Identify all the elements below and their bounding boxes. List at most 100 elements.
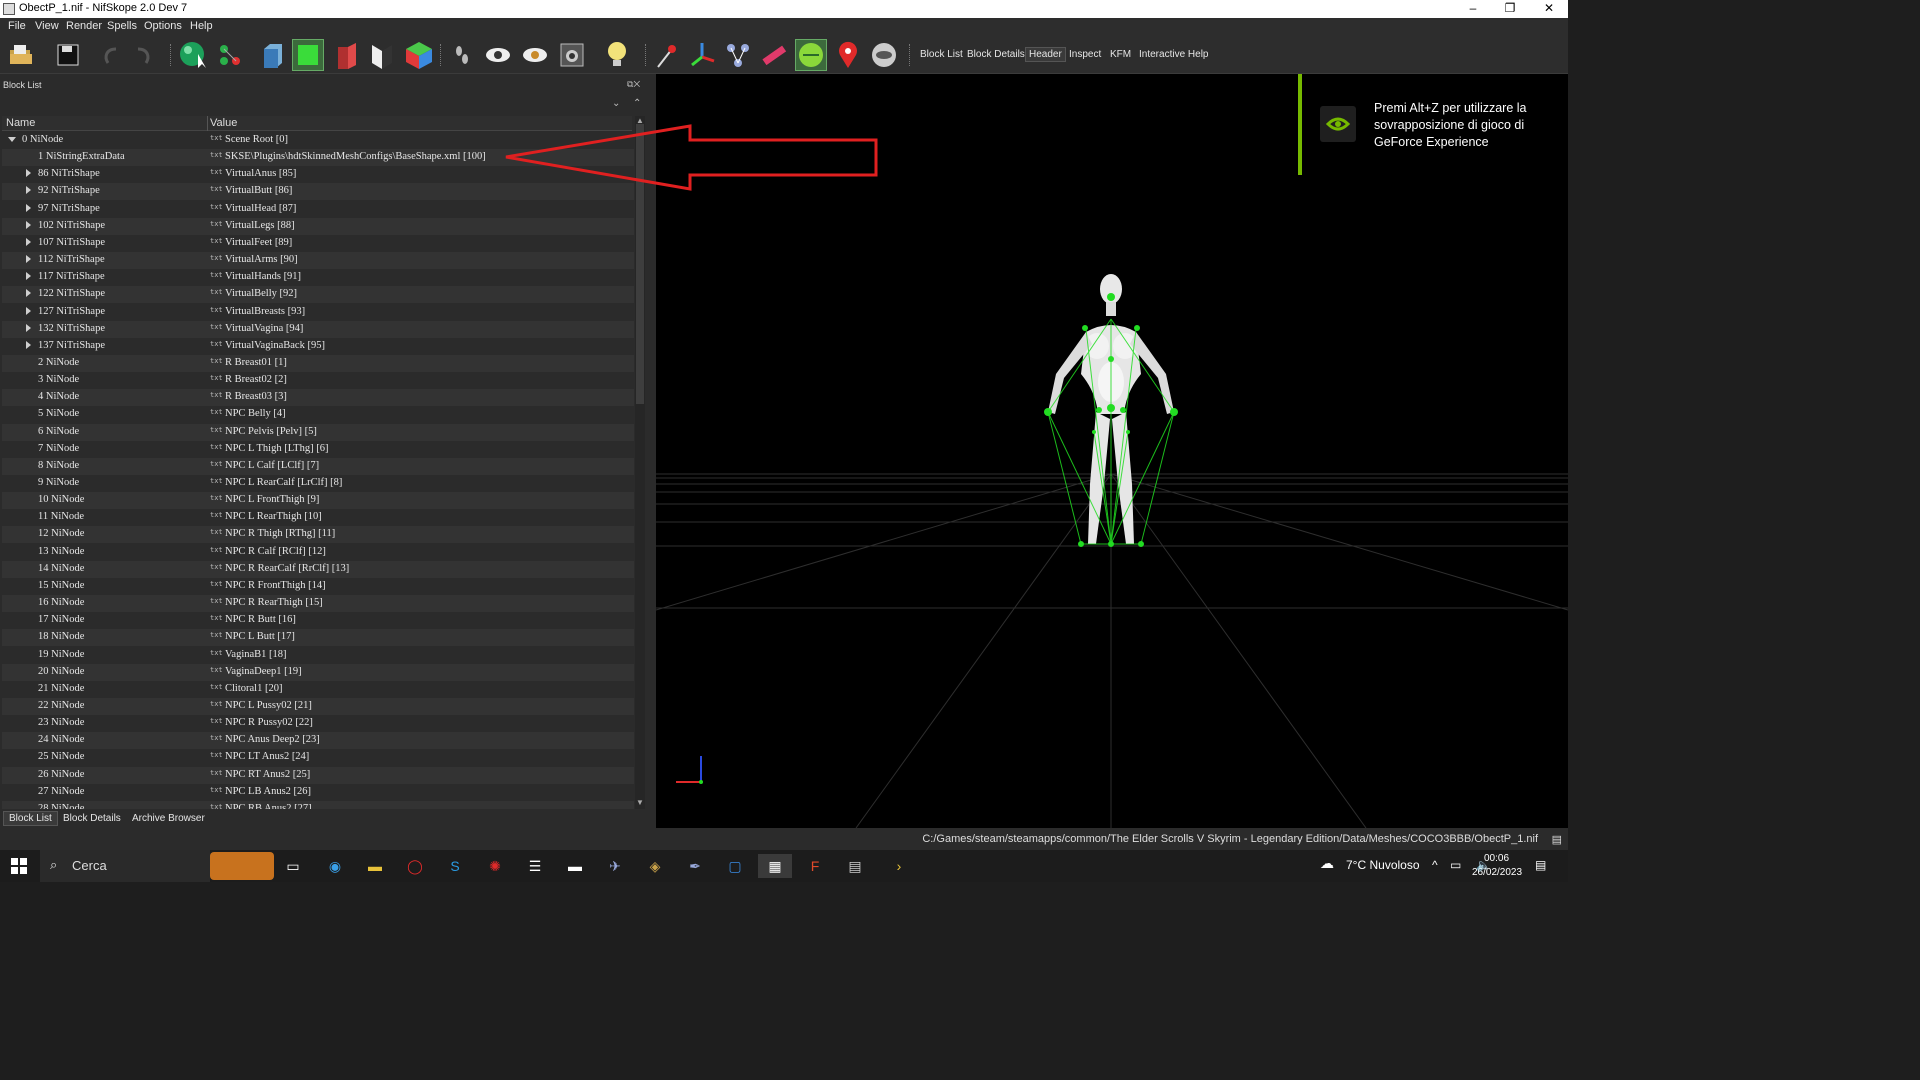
collapsed-arrow-icon[interactable] (26, 203, 31, 212)
block-value[interactable]: NPC L Thigh [LThg] [6] (225, 443, 328, 454)
collapsed-arrow-icon[interactable] (26, 323, 31, 332)
expanded-arrow-icon[interactable] (8, 137, 16, 142)
block-value[interactable]: NPC L FrontThigh [9] (225, 494, 319, 505)
block-value[interactable]: NPC L Calf [LClf] [7] (225, 460, 319, 471)
collapsed-arrow-icon[interactable] (26, 272, 31, 281)
table-row[interactable]: 19 NiNode txt VaginaB1 [18] (2, 647, 634, 664)
table-row[interactable]: 132 NiTriShape txt VirtualVagina [94] (2, 320, 634, 338)
collapse-all-icon[interactable]: ⌄ (612, 98, 620, 109)
table-row[interactable]: 97 NiTriShape txt VirtualHead [87] (2, 201, 634, 218)
table-row[interactable]: 107 NiTriShape txt VirtualFeet [89] (2, 235, 634, 252)
table-row[interactable]: 26 NiNode txt NPC RT Anus2 [25] (2, 766, 634, 784)
edge-icon[interactable]: ◉ (318, 854, 352, 878)
close-button[interactable]: ✕ (1530, 0, 1568, 18)
table-row[interactable]: 11 NiNode txt NPC L RearThigh [10] (2, 509, 634, 526)
block-value[interactable]: VirtualAnus [85] (225, 168, 296, 179)
block-value[interactable]: NPC R FrontThigh [14] (225, 580, 326, 591)
menu-spells[interactable]: Spells (107, 20, 137, 32)
table-row[interactable]: 9 NiNode txt NPC L RearCalf [LrClf] [8] (2, 475, 634, 492)
app-icon-mw[interactable]: ▬ (558, 854, 592, 878)
table-row[interactable]: 28 NiNode txt NPC RB Anus2 [27] (2, 800, 634, 809)
table-row[interactable]: 16 NiNode txt NPC R RearThigh [15] (2, 595, 634, 613)
show-hidden-icon[interactable] (482, 39, 514, 71)
skype-icon[interactable]: S (438, 854, 472, 878)
app-icon-game[interactable]: ◈ (638, 854, 672, 878)
block-value[interactable]: R Breast02 [2] (225, 374, 287, 385)
block-value[interactable]: VaginaDeep1 [19] (225, 666, 302, 677)
view-front-icon[interactable] (256, 39, 288, 71)
block-value[interactable]: VirtualBelly [92] (225, 288, 297, 299)
show-nodes-icon[interactable] (650, 39, 682, 71)
show-hidden-alt-icon[interactable] (519, 39, 551, 71)
table-row[interactable]: 15 NiNode txt NPC R FrontThigh [14] (2, 578, 634, 595)
panel-float-close-icon[interactable]: ⧉✕ (627, 79, 640, 90)
table-row[interactable]: 117 NiTriShape txt VirtualHands [91] (2, 269, 634, 286)
collapsed-arrow-icon[interactable] (26, 255, 31, 264)
tab-block-list[interactable]: Block List (920, 49, 963, 60)
file-explorer-icon[interactable]: ▬ (358, 854, 392, 878)
collapsed-arrow-icon[interactable] (26, 237, 31, 246)
block-value[interactable]: NPC R RearCalf [RrClf] [13] (225, 563, 349, 574)
block-value[interactable]: NPC R Calf [RClf] [12] (225, 546, 326, 557)
table-row[interactable]: 21 NiNode txt Clitoral1 [20] (2, 681, 634, 698)
minimize-button[interactable]: – (1454, 0, 1492, 18)
block-value[interactable]: NPC R Pussy02 [22] (225, 717, 313, 728)
show-constraints-icon[interactable] (722, 39, 754, 71)
redo-icon[interactable] (128, 39, 160, 71)
nifskope-taskbar-icon[interactable]: ▦ (758, 854, 792, 878)
block-value[interactable]: VirtualArms [90] (225, 254, 298, 265)
table-row[interactable]: 24 NiNode txt NPC Anus Deep2 [23] (2, 732, 634, 750)
block-value[interactable]: NPC RT Anus2 [25] (225, 769, 310, 780)
menu-render[interactable]: Render (66, 20, 102, 32)
weather-icon[interactable]: ☁ (1320, 855, 1334, 872)
save-icon[interactable] (52, 39, 84, 71)
view-top-icon[interactable] (292, 39, 324, 71)
table-row[interactable]: 4 NiNode txt R Breast03 [3] (2, 389, 634, 407)
menu-file[interactable]: File (8, 20, 26, 32)
table-row[interactable]: 8 NiNode txt NPC L Calf [LClf] [7] (2, 457, 634, 475)
maximize-button[interactable]: ❐ (1491, 0, 1529, 18)
table-row[interactable]: 10 NiNode txt NPC L FrontThigh [9] (2, 492, 634, 510)
block-value[interactable]: VirtualBreasts [93] (225, 306, 305, 317)
view-user-icon[interactable] (403, 39, 435, 71)
table-row[interactable]: 2 NiNode txt R Breast01 [1] (2, 354, 634, 372)
clock-time[interactable]: 00:06 (1484, 853, 1509, 864)
block-value[interactable]: NPC L RearThigh [10] (225, 511, 322, 522)
table-row[interactable]: 137 NiTriShape txt VirtualVaginaBack [95] (2, 338, 634, 355)
tab-interactive-help[interactable]: Interactive Help (1139, 49, 1208, 60)
table-row[interactable]: 112 NiTriShape txt VirtualArms [90] (2, 252, 634, 270)
table-row[interactable]: 13 NiNode txt NPC R Calf [RClf] [12] (2, 544, 634, 561)
table-row[interactable]: 12 NiNode txt NPC R Thigh [RThg] [11] (2, 526, 634, 544)
app-icon-red[interactable]: ✺ (478, 854, 512, 878)
table-row[interactable]: 25 NiNode txt NPC LT Anus2 [24] (2, 749, 634, 766)
table-row[interactable]: 122 NiTriShape txt VirtualBelly [92] (2, 286, 634, 304)
collapsed-arrow-icon[interactable] (26, 340, 31, 349)
collapsed-arrow-icon[interactable] (26, 220, 31, 229)
bottom-tab-block-details[interactable]: Block Details (63, 813, 121, 824)
app-icon-pen[interactable]: ✒ (678, 854, 712, 878)
table-row[interactable]: 17 NiNode txt NPC R Butt [16] (2, 612, 634, 629)
block-value[interactable]: NPC LB Anus2 [26] (225, 786, 311, 797)
table-row[interactable]: 3 NiNode txt R Breast02 [2] (2, 372, 634, 389)
scroll-down-icon[interactable]: ▼ (636, 798, 644, 807)
table-row[interactable]: 5 NiNode txt NPC Belly [4] (2, 406, 634, 423)
block-value[interactable]: R Breast03 [3] (225, 391, 287, 402)
weather-text[interactable]: 7°C Nuvoloso (1346, 858, 1420, 872)
app-icon-window[interactable]: ▢ (718, 854, 752, 878)
view-side-icon[interactable] (330, 39, 362, 71)
block-value[interactable]: NPC R Butt [16] (225, 614, 296, 625)
walk-mode-icon[interactable] (446, 39, 478, 71)
table-row[interactable]: 27 NiNode txt NPC LB Anus2 [26] (2, 784, 634, 801)
table-row[interactable]: 14 NiNode txt NPC R RearCalf [RrClf] [13] (2, 560, 634, 578)
menu-options[interactable]: Options (144, 20, 182, 32)
collapsed-arrow-icon[interactable] (26, 306, 31, 315)
tab-header[interactable]: Header (1025, 47, 1066, 62)
table-row[interactable]: 22 NiNode txt NPC L Pussy02 [21] (2, 697, 634, 715)
table-row[interactable]: 18 NiNode txt NPC L Butt [17] (2, 629, 634, 647)
show-axes-icon[interactable] (686, 39, 718, 71)
block-value[interactable]: NPC Belly [4] (225, 408, 286, 419)
block-value[interactable]: NPC R Thigh [RThg] [11] (225, 528, 335, 539)
block-value[interactable]: NPC Pelvis [Pelv] [5] (225, 426, 317, 437)
block-value[interactable]: NPC Anus Deep2 [23] (225, 734, 320, 745)
notifications-icon[interactable]: ▤ (1535, 858, 1546, 872)
